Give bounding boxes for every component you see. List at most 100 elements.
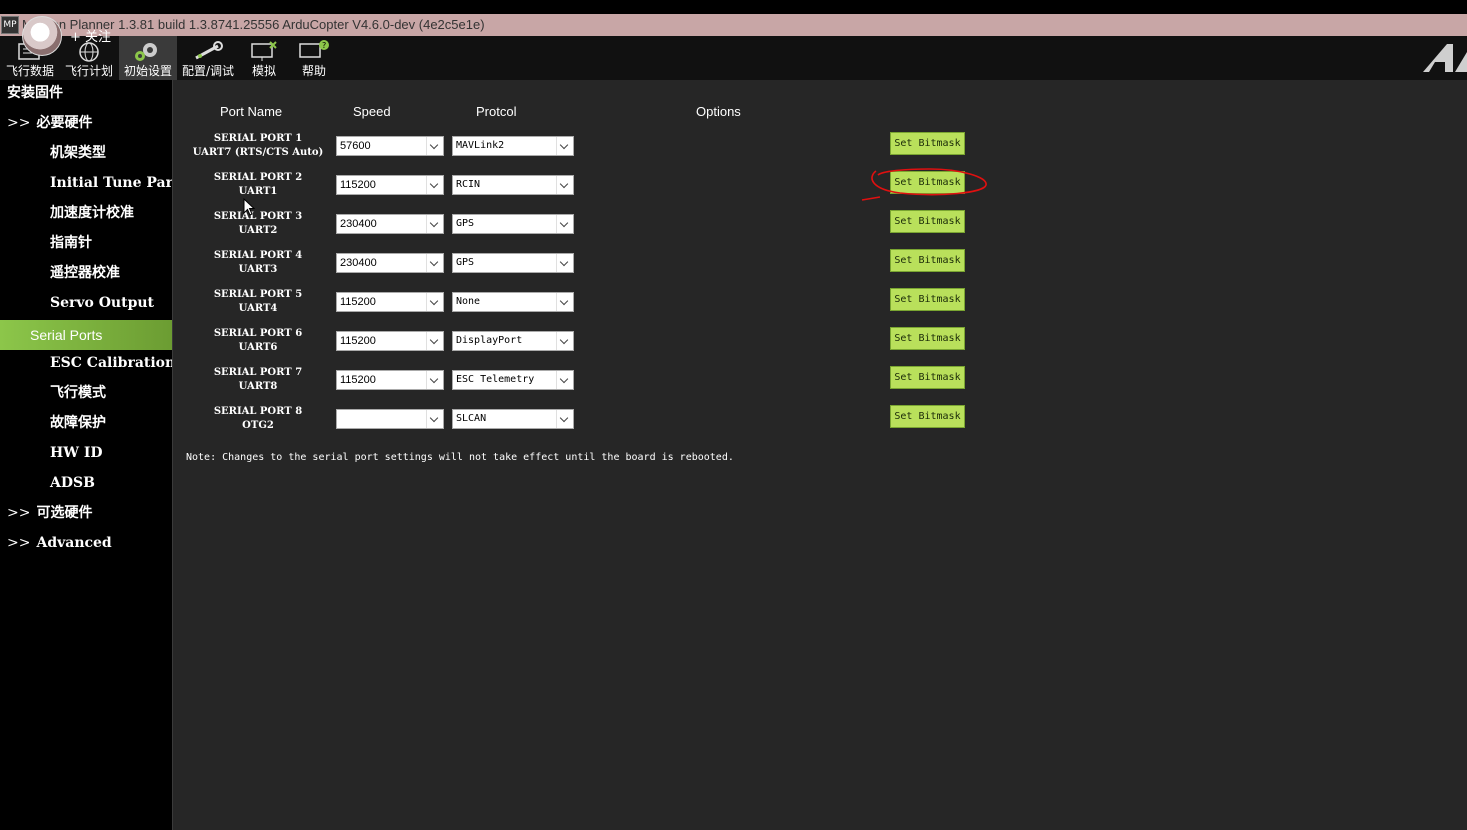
protocol-value: RCIN xyxy=(456,179,481,190)
chevron-down-icon[interactable] xyxy=(556,176,573,194)
speed-select[interactable] xyxy=(336,409,444,429)
toolbar-label: 初始设置 xyxy=(123,64,172,78)
sidebar: 安装固件 >> 必要硬件 机架类型 Initial Tune Parameters… xyxy=(0,80,222,830)
app-icon: MP xyxy=(1,16,19,34)
speed-select[interactable]: 115200 xyxy=(336,331,444,351)
toolbar-help-button[interactable]: ? 帮助 xyxy=(292,36,336,80)
serial-port-row: SERIAL PORT 7 UART8 115200 ESC Telemetry … xyxy=(173,366,1073,396)
sidebar-item-install-firmware[interactable]: 安装固件 xyxy=(0,78,179,108)
set-bitmask-button[interactable]: Set Bitmask xyxy=(890,366,965,389)
chevron-down-icon[interactable] xyxy=(426,254,443,272)
gears-icon xyxy=(135,43,157,61)
sidebar-item-label: 机架类型 xyxy=(50,145,106,161)
sidebar-item-label: Servo Output xyxy=(50,295,155,311)
protocol-select[interactable]: DisplayPort xyxy=(452,331,574,351)
title-bar: MP Mission Planner 1.3.81 build 1.3.8741… xyxy=(0,14,1467,36)
protocol-select[interactable]: MAVLink2 xyxy=(452,136,574,156)
serial-port-row: SERIAL PORT 8 OTG2 SLCAN Set Bitmask xyxy=(173,405,1073,435)
port-name-label: SERIAL PORT 1 UART7 (RTS/CTS Auto) xyxy=(187,132,329,160)
ardupilot-logo-icon xyxy=(1423,44,1467,72)
header-options: Options xyxy=(696,104,741,119)
serial-port-row: SERIAL PORT 3 UART2 230400 GPS Set Bitmas… xyxy=(173,210,1073,240)
port-name: SERIAL PORT 4 xyxy=(213,250,303,261)
sidebar-item-mandatory-hardware[interactable]: >> 必要硬件 xyxy=(0,108,179,138)
speed-value: 115200 xyxy=(340,296,376,308)
port-uart: UART7 (RTS/CTS Auto) xyxy=(192,147,324,158)
toolbar-simulation-button[interactable]: 模拟 xyxy=(240,36,288,80)
set-bitmask-button[interactable]: Set Bitmask xyxy=(890,249,965,272)
protocol-select[interactable]: GPS xyxy=(452,253,574,273)
simulation-icon xyxy=(251,41,277,61)
chevron-down-icon[interactable] xyxy=(426,176,443,194)
protocol-value: GPS xyxy=(456,257,475,268)
chevron-down-icon[interactable] xyxy=(426,410,443,428)
svg-text:?: ? xyxy=(322,41,326,50)
set-bitmask-button[interactable]: Set Bitmask xyxy=(890,132,965,155)
annotation-circle-icon xyxy=(861,168,987,201)
sidebar-item-label: Serial Ports xyxy=(30,327,103,343)
chevron-down-icon[interactable] xyxy=(556,410,573,428)
protocol-select[interactable]: ESC Telemetry xyxy=(452,370,574,390)
expand-chevron-icon: >> xyxy=(7,505,31,521)
follow-button[interactable]: + 关注 xyxy=(70,26,111,45)
port-name-label: SERIAL PORT 4 UART3 xyxy=(187,249,329,277)
speed-select[interactable]: 115200 xyxy=(336,370,444,390)
chevron-down-icon[interactable] xyxy=(556,293,573,311)
serial-port-row: SERIAL PORT 1 UART7 (RTS/CTS Auto) 57600 … xyxy=(173,132,1073,162)
protocol-value: None xyxy=(456,296,481,307)
sidebar-item-label: 飞行模式 xyxy=(50,385,106,401)
sidebar-item-advanced[interactable]: >> Advanced xyxy=(0,528,179,558)
speed-select[interactable]: 115200 xyxy=(336,175,444,195)
sidebar-item-label: ADSB xyxy=(50,475,95,491)
set-bitmask-button[interactable]: Set Bitmask xyxy=(890,288,965,311)
chevron-down-icon[interactable] xyxy=(556,215,573,233)
wrench-icon xyxy=(195,41,223,60)
port-uart: OTG2 xyxy=(242,420,274,431)
port-name-label: SERIAL PORT 8 OTG2 xyxy=(187,405,329,433)
speed-value: 230400 xyxy=(340,218,377,230)
speed-select[interactable]: 115200 xyxy=(336,292,444,312)
speed-select[interactable]: 230400 xyxy=(336,214,444,234)
protocol-value: GPS xyxy=(456,218,475,229)
chevron-down-icon[interactable] xyxy=(426,371,443,389)
speed-value: 115200 xyxy=(340,335,376,347)
sidebar-item-label: HW ID xyxy=(50,445,103,461)
set-bitmask-button[interactable]: Set Bitmask xyxy=(890,405,965,428)
sidebar-item-label: ESC Calibration xyxy=(50,355,176,371)
protocol-select[interactable]: GPS xyxy=(452,214,574,234)
protocol-select[interactable]: RCIN xyxy=(452,175,574,195)
port-name-label: SERIAL PORT 3 UART2 xyxy=(187,210,329,238)
toolbar-initial-setup-button[interactable]: 初始设置 xyxy=(119,36,177,80)
chevron-down-icon[interactable] xyxy=(426,137,443,155)
chevron-down-icon[interactable] xyxy=(556,254,573,272)
protocol-select[interactable]: SLCAN xyxy=(452,409,574,429)
chevron-down-icon[interactable] xyxy=(426,215,443,233)
chevron-down-icon[interactable] xyxy=(556,137,573,155)
sidebar-item-label: 加速度计校准 xyxy=(50,205,134,221)
port-uart: UART3 xyxy=(238,264,278,275)
sidebar-item-label: 可选硬件 xyxy=(36,505,93,521)
sidebar-item-label: 遥控器校准 xyxy=(50,265,120,281)
port-uart: UART2 xyxy=(238,225,278,236)
chevron-down-icon[interactable] xyxy=(556,371,573,389)
header-speed: Speed xyxy=(353,104,391,119)
port-uart: UART6 xyxy=(238,342,278,353)
sidebar-item-label: 指南针 xyxy=(50,235,92,251)
speed-select[interactable]: 230400 xyxy=(336,253,444,273)
reboot-note: Note: Changes to the serial port setting… xyxy=(186,452,734,463)
chevron-down-icon[interactable] xyxy=(556,332,573,350)
set-bitmask-button[interactable]: Set Bitmask xyxy=(890,327,965,350)
chevron-down-icon[interactable] xyxy=(426,293,443,311)
protocol-select[interactable]: None xyxy=(452,292,574,312)
expand-chevron-icon: >> xyxy=(7,535,31,551)
sidebar-item-optional-hardware[interactable]: >> 可选硬件 xyxy=(0,498,179,528)
avatar[interactable] xyxy=(22,16,62,56)
sidebar-item-label: 必要硬件 xyxy=(36,115,93,131)
serial-port-row: SERIAL PORT 4 UART3 230400 GPS Set Bitmas… xyxy=(173,249,1073,279)
speed-select[interactable]: 57600 xyxy=(336,136,444,156)
set-bitmask-button[interactable]: Set Bitmask xyxy=(890,210,965,233)
help-icon: ? xyxy=(299,40,329,58)
port-name: SERIAL PORT 1 xyxy=(213,133,303,144)
toolbar-config-tuning-button[interactable]: 配置/调试 xyxy=(180,36,236,80)
chevron-down-icon[interactable] xyxy=(426,332,443,350)
